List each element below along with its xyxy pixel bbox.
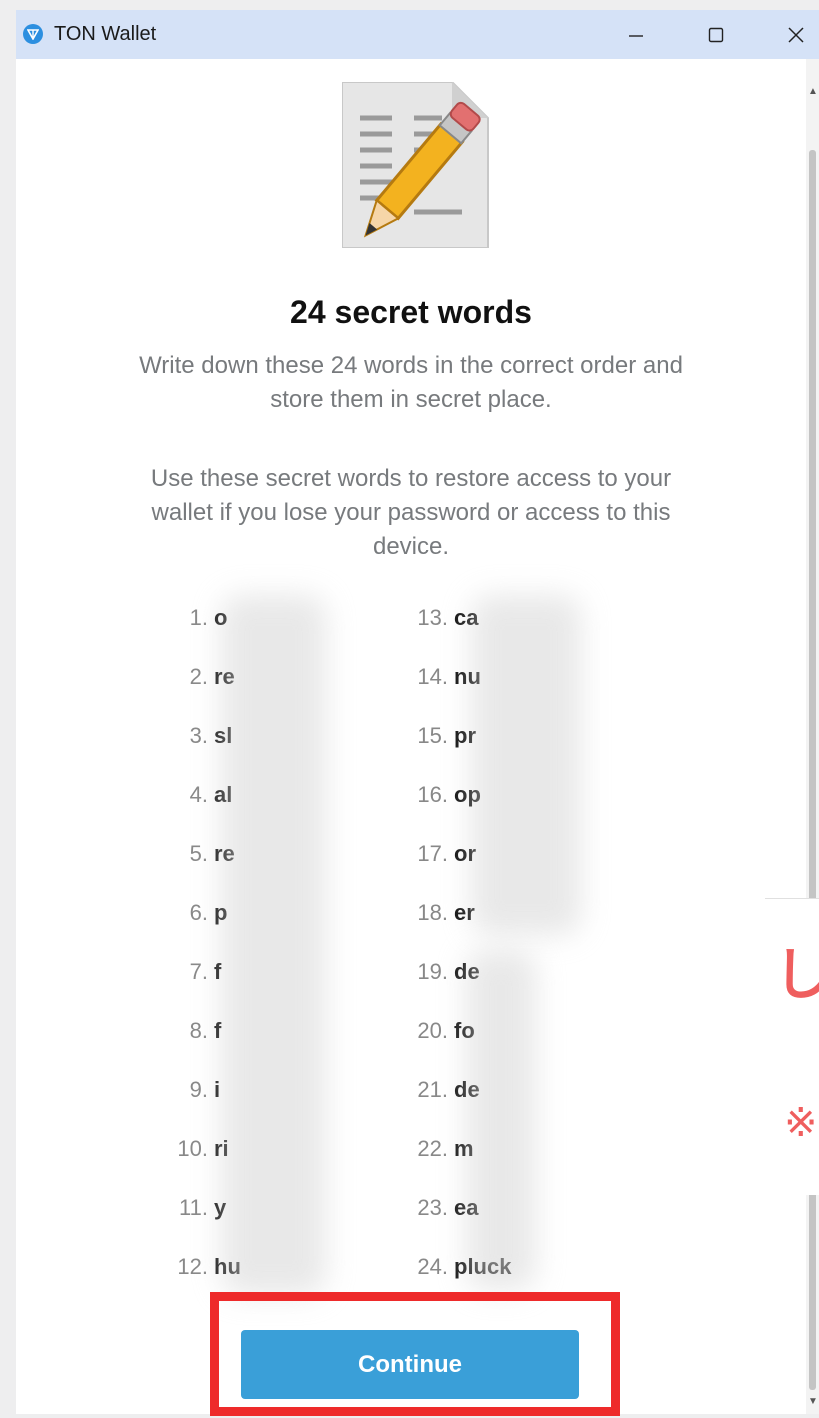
secret-word-item: 17. or xyxy=(417,841,476,866)
secret-word-item: 1.o xyxy=(189,605,228,630)
close-button[interactable] xyxy=(766,10,819,59)
continue-button[interactable]: Continue xyxy=(241,1330,579,1399)
scrollbar-thumb[interactable] xyxy=(809,150,816,1390)
secret-word-item: 14. nu xyxy=(417,664,481,689)
ton-logo-icon xyxy=(23,24,43,44)
scroll-up-arrow-icon[interactable]: ▲ xyxy=(808,86,818,97)
secret-word-item: 13. ca xyxy=(417,605,479,630)
ton-wallet-window: TON Wallet ▲ ▼ 24 secret words Write dow… xyxy=(16,10,819,1414)
secret-word-item: 20. fo xyxy=(417,1018,475,1043)
privacy-blur-overlay xyxy=(466,950,536,1290)
window-title: TON Wallet xyxy=(54,23,157,45)
instructions-text: Write down these 24 words in the correct… xyxy=(139,352,683,413)
secret-word-item: 9. i xyxy=(189,1077,221,1102)
maximize-button[interactable] xyxy=(686,10,746,59)
side-annotation-glyph: し xyxy=(774,943,819,1006)
secret-word-item: 11.y xyxy=(179,1195,226,1220)
secret-word-item: 10.ri xyxy=(177,1136,228,1161)
side-annotation-glyph: ※ xyxy=(784,1101,818,1145)
secret-word-item: 8. f xyxy=(189,1018,222,1043)
secret-word-item: 7. f xyxy=(189,959,222,984)
privacy-blur-overlay xyxy=(221,595,326,1295)
restore-info-text: Use these secret words to restore access… xyxy=(150,465,672,560)
document-pencil-icon xyxy=(342,82,489,248)
secret-word-item: 6.p xyxy=(189,900,228,925)
secret-word-item: 18. er xyxy=(417,900,475,925)
secret-word-item: 22. m xyxy=(417,1136,474,1161)
title-bar: TON Wallet xyxy=(16,10,819,59)
secret-word-item: 15. pr xyxy=(417,723,476,748)
minimize-button[interactable] xyxy=(606,10,666,59)
secret-word-item: 16. op xyxy=(417,782,481,807)
page-title: 24 secret words xyxy=(290,294,532,330)
privacy-blur-overlay xyxy=(471,595,581,935)
scroll-down-arrow-icon[interactable]: ▼ xyxy=(808,1396,818,1407)
